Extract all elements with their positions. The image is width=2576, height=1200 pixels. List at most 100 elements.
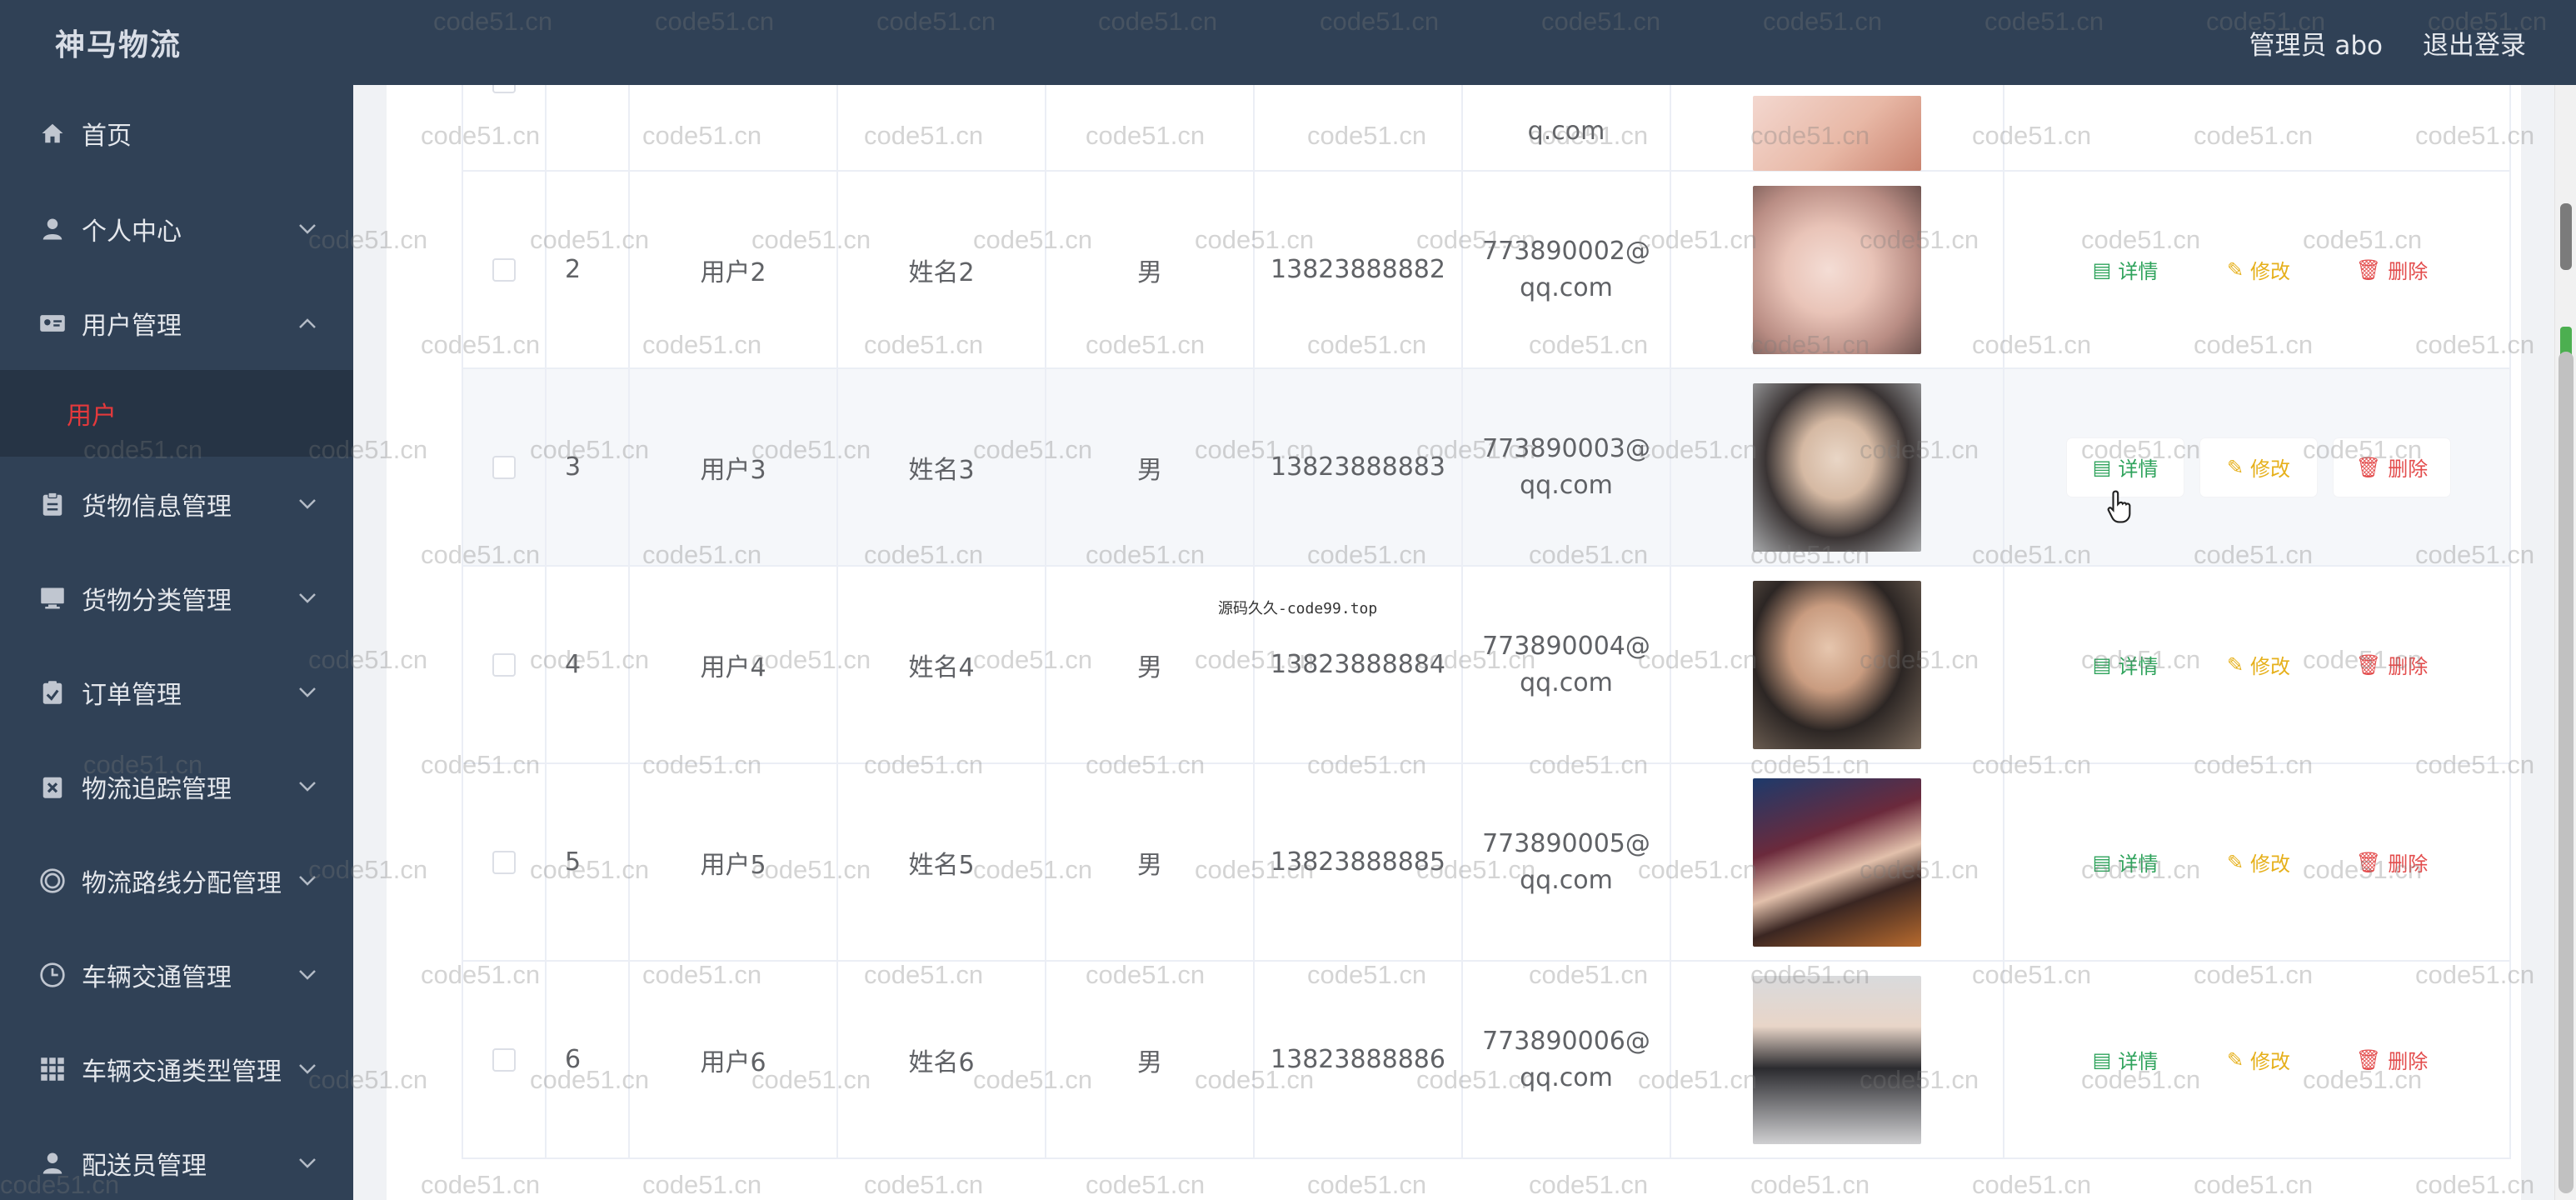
box-x-icon xyxy=(38,772,67,801)
chevron-down-icon xyxy=(299,687,316,698)
sidebar-item-profile[interactable]: 个人中心 xyxy=(0,182,353,276)
row-checkbox[interactable] xyxy=(492,455,516,479)
sidebar-item-orders[interactable]: 订单管理 xyxy=(0,645,353,739)
edit-button[interactable]: ✎ 修改 xyxy=(2200,241,2317,299)
sidebar-item-vehicle-traffic-type[interactable]: 车辆交通类型管理 xyxy=(0,1022,353,1116)
target-icon xyxy=(38,867,67,895)
edit-button[interactable]: ✎ 修改 xyxy=(2200,1031,2317,1089)
sidebar-item-route-allocation[interactable]: 物流路线分配管理 xyxy=(0,833,353,928)
chevron-down-icon xyxy=(299,592,316,603)
row-checkbox[interactable] xyxy=(492,85,516,93)
user-table: q.com 2 用户2 姓名2 男 13823888882 773890002@… xyxy=(462,85,2511,1159)
sidebar: 首页 个人中心 用户管理 用户 货物信息管理 货物分类管理 订单管理 物流追踪管… xyxy=(0,85,353,1200)
scrollbar-thumb[interactable] xyxy=(2559,352,2574,1193)
sidebar-item-label: 配送员管理 xyxy=(82,1151,207,1181)
sidebar-item-label: 货物分类管理 xyxy=(82,586,232,616)
email-cell: 773890004@qq.com xyxy=(1482,631,1650,698)
document-icon: ▤ xyxy=(2092,258,2112,282)
detail-button[interactable]: ▤ 详情 xyxy=(2067,241,2184,299)
edit-button[interactable]: ✎ 修改 xyxy=(2200,833,2317,892)
sidebar-item-goods-category[interactable]: 货物分类管理 xyxy=(0,551,353,645)
delete-button[interactable]: 🗑 删除 xyxy=(2334,1031,2450,1089)
user-photo xyxy=(1753,975,1921,1144)
trash-icon: 🗑 xyxy=(2355,1048,2382,1072)
table-row: 5 用户5 姓名5 男 13823888885 773890005@qq.com… xyxy=(463,764,2509,962)
phone-cell: 13823888885 xyxy=(1255,764,1463,960)
detail-button[interactable]: ▤ 详情 xyxy=(2067,636,2184,694)
scrollbar-marker xyxy=(2560,203,2572,270)
trash-icon: 🗑 xyxy=(2355,850,2382,874)
document-icon: ▤ xyxy=(2092,1048,2112,1072)
sex-cell: 男 xyxy=(1046,764,1255,960)
sidebar-subitem-user[interactable]: 用户 xyxy=(0,370,353,457)
delete-button[interactable]: 🗑 删除 xyxy=(2334,438,2450,497)
user-photo xyxy=(1753,778,1921,947)
sidebar-item-vehicle-traffic[interactable]: 车辆交通管理 xyxy=(0,928,353,1022)
detail-button[interactable]: ▤ 详情 xyxy=(2067,833,2184,892)
name-cell: 姓名5 xyxy=(838,764,1046,960)
username-cell: 用户5 xyxy=(630,764,838,960)
sidebar-item-tracking[interactable]: 物流追踪管理 xyxy=(0,739,353,833)
chevron-down-icon xyxy=(299,781,316,792)
chevron-down-icon xyxy=(299,1158,316,1168)
sidebar-item-goods-info[interactable]: 货物信息管理 xyxy=(0,457,353,551)
logout-button[interactable]: 退出登录 xyxy=(2423,24,2526,62)
chevron-down-icon xyxy=(299,1063,316,1074)
detail-button[interactable]: ▤ 详情 xyxy=(2067,1031,2184,1089)
edit-button[interactable]: ✎ 修改 xyxy=(2200,438,2317,497)
row-checkbox[interactable] xyxy=(492,1048,516,1072)
scrollbar[interactable] xyxy=(2554,85,2576,1200)
grid-icon xyxy=(38,1055,67,1083)
admin-label[interactable]: 管理员 abo xyxy=(2249,24,2384,62)
email-cell: 773890006@qq.com xyxy=(1482,1026,1650,1092)
sidebar-item-label: 首页 xyxy=(82,122,132,151)
sidebar-item-user-management[interactable]: 用户管理 xyxy=(0,276,353,370)
trash-icon: 🗑 xyxy=(2355,258,2382,282)
table-row: q.com xyxy=(463,85,2509,172)
trash-icon: 🗑 xyxy=(2355,652,2382,677)
document-icon: ▤ xyxy=(2092,850,2112,874)
row-checkbox[interactable] xyxy=(492,258,516,282)
email-cell: 773890005@qq.com xyxy=(1482,828,1650,895)
hand-cursor-icon xyxy=(2107,490,2131,523)
detail-button[interactable]: ▤ 详情 xyxy=(2067,438,2184,497)
sex-cell: 男 xyxy=(1046,962,1255,1158)
monitor-icon xyxy=(38,584,67,612)
pencil-icon: ✎ xyxy=(2226,1048,2244,1072)
document-icon: ▤ xyxy=(2092,455,2112,479)
delete-button[interactable]: 🗑 删除 xyxy=(2334,833,2450,892)
delete-button[interactable]: 🗑 删除 xyxy=(2334,241,2450,299)
chevron-down-icon xyxy=(299,969,316,980)
email-cell: 773890003@qq.com xyxy=(1482,433,1650,500)
table-row: 2 用户2 姓名2 男 13823888882 773890002@qq.com… xyxy=(463,172,2509,369)
index-cell: 3 xyxy=(547,369,630,565)
table-row: 6 用户6 姓名6 男 13823888886 773890006@qq.com… xyxy=(463,962,2509,1159)
top-header: 神马物流 管理员 abo 退出登录 xyxy=(0,0,2576,85)
pencil-icon: ✎ xyxy=(2226,455,2244,479)
delete-button[interactable]: 🗑 删除 xyxy=(2334,636,2450,694)
clock-icon xyxy=(38,961,67,989)
user-photo xyxy=(1753,185,1921,354)
chevron-down-icon xyxy=(299,498,316,509)
sidebar-item-label: 用户管理 xyxy=(82,311,182,341)
sidebar-item-label: 车辆交通管理 xyxy=(82,962,232,992)
index-cell: 6 xyxy=(547,962,630,1158)
name-cell: 姓名4 xyxy=(838,567,1046,762)
sidebar-item-label: 车辆交通类型管理 xyxy=(82,1057,282,1087)
row-checkbox[interactable] xyxy=(492,850,516,874)
trash-icon: 🗑 xyxy=(2355,455,2382,479)
sidebar-item-courier[interactable]: 配送员管理 xyxy=(0,1116,353,1200)
user-photo xyxy=(1753,580,1921,749)
row-checkbox[interactable] xyxy=(492,652,516,677)
username-cell: 用户6 xyxy=(630,962,838,1158)
edit-button[interactable]: ✎ 修改 xyxy=(2200,636,2317,694)
header-actions: 管理员 abo 退出登录 xyxy=(2249,24,2527,62)
brand-title: 神马物流 xyxy=(55,28,182,62)
sidebar-item-home[interactable]: 首页 xyxy=(0,85,353,182)
checklist-icon xyxy=(38,678,67,707)
pencil-icon: ✎ xyxy=(2226,652,2244,677)
name-cell: 姓名6 xyxy=(838,962,1046,1158)
username-cell: 用户2 xyxy=(630,172,838,368)
sex-cell: 男 xyxy=(1046,172,1255,368)
clipboard-icon xyxy=(38,490,67,518)
